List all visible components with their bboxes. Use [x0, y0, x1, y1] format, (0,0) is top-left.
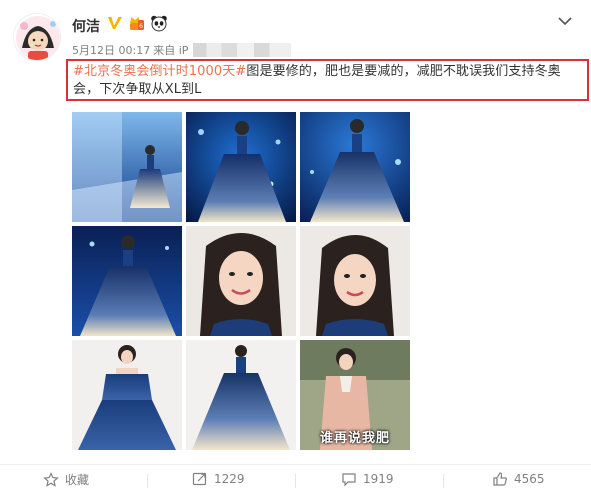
post-source: 来自 iP [153, 44, 189, 57]
repost-icon [192, 471, 208, 487]
comment-count: 1919 [363, 472, 394, 486]
image-thumbnail[interactable] [186, 340, 296, 450]
favorite-button[interactable]: 收藏 [43, 471, 89, 488]
avatar[interactable] [13, 13, 61, 61]
repost-count: 1229 [214, 472, 245, 486]
panda-icon[interactable] [150, 14, 168, 32]
star-icon [43, 471, 59, 488]
svg-text:6: 6 [139, 23, 143, 30]
comment-button[interactable]: 1919 [341, 471, 394, 487]
image-thumbnail[interactable] [72, 226, 182, 336]
repost-button[interactable]: 1229 [192, 471, 245, 487]
blurred-source [193, 43, 292, 57]
divider [295, 474, 296, 488]
post-text: #北京冬奥会倒计时1000天#图是要修的，肥也是要减的，减肥不耽误我们支持冬奥会… [66, 59, 589, 101]
image-thumbnail[interactable] [186, 226, 296, 336]
action-bar: 收藏 1229 1919 4565 [0, 464, 591, 491]
comment-icon [341, 471, 357, 487]
post-time[interactable]: 5月12日 00:17 [72, 42, 150, 58]
image-caption: 谁再说我肥 [319, 431, 390, 446]
username[interactable]: 何洁 [72, 16, 100, 36]
topic-link[interactable]: #北京冬奥会倒计时1000天# [73, 64, 246, 79]
chevron-down-icon[interactable] [557, 12, 573, 26]
image-thumbnail[interactable]: 谁再说我肥 [300, 340, 410, 450]
divider [443, 474, 444, 488]
image-thumbnail[interactable] [186, 112, 296, 222]
like-icon [492, 471, 508, 487]
image-thumbnail[interactable] [300, 112, 410, 222]
like-button[interactable]: 4565 [492, 471, 545, 487]
post-meta: 5月12日 00:17 来自 iP [72, 42, 292, 58]
image-grid: 谁再说我肥 [72, 112, 410, 452]
like-count: 4565 [514, 472, 545, 486]
image-thumbnail[interactable] [72, 340, 182, 450]
divider [147, 474, 148, 488]
favorite-label: 收藏 [65, 473, 90, 487]
image-thumbnail[interactable] [300, 226, 410, 336]
crown-icon[interactable]: 6 [128, 14, 146, 32]
verified-icon[interactable] [106, 14, 124, 32]
image-thumbnail[interactable] [72, 112, 182, 222]
